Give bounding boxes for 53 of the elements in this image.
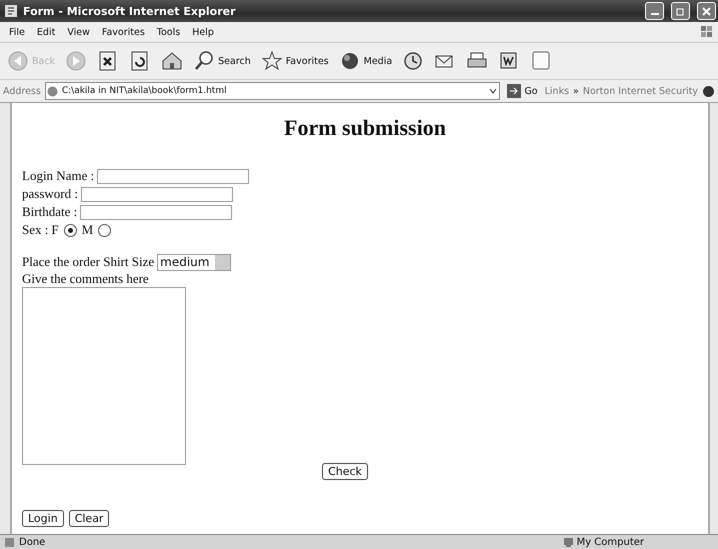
toolbar-button[interactable]: Favorites [258, 49, 332, 73]
minimize-button[interactable] [645, 2, 664, 20]
minimize-icon [650, 13, 658, 15]
toolbar-link[interactable]: Norton Internet Security [582, 86, 698, 96]
check-button[interactable]: Check [322, 463, 368, 480]
comments-field[interactable] [22, 287, 186, 465]
menu-item[interactable]: Help [187, 26, 219, 38]
field-label: password : [22, 186, 78, 202]
chevron[interactable]: » [573, 86, 579, 96]
page-heading: Form submission [283, 115, 447, 141]
field-label: Sex : [22, 222, 48, 238]
radio-button[interactable] [98, 224, 112, 236]
address-label: Address [3, 86, 41, 96]
browser-icon [4, 4, 18, 18]
status-text: Done [19, 536, 46, 548]
toolbar-button[interactable]: Search [190, 49, 254, 73]
address-field[interactable]: C:\akila in NIT\akila\book\form1.html [44, 82, 500, 100]
option-label: M [82, 222, 94, 238]
star-icon [260, 50, 283, 72]
toolbar-button[interactable]: Media [336, 49, 396, 73]
restore-icon [676, 6, 685, 16]
option-label: F [51, 222, 59, 238]
globe-icon[interactable] [702, 84, 715, 98]
search-icon [193, 50, 216, 72]
go-button[interactable]: Go [504, 83, 541, 99]
field-label: Birthdate : [22, 204, 78, 220]
menu-item[interactable]: Edit [32, 26, 60, 38]
input-field[interactable] [97, 168, 250, 184]
page-icon [46, 84, 59, 98]
field-label: Login Name : [22, 168, 94, 184]
field-label: Give the comments here [22, 271, 150, 287]
menu-item[interactable]: File [4, 26, 30, 38]
close-icon [702, 6, 711, 16]
home-icon [161, 50, 184, 72]
menu-item[interactable]: Favorites [96, 26, 150, 38]
links-label[interactable]: Links [544, 86, 570, 96]
close-button[interactable] [697, 2, 716, 20]
note-icon [530, 50, 552, 72]
zone-text: My Computer [576, 536, 644, 548]
computer-icon [562, 536, 574, 548]
clock-icon [402, 50, 424, 72]
clear-button[interactable]: Clear [68, 510, 110, 527]
menu-item[interactable]: View [62, 26, 95, 38]
input-field[interactable] [80, 186, 233, 202]
field-label: Place the order Shirt Size [22, 254, 154, 270]
login-button[interactable]: Login [22, 510, 64, 527]
restore-button[interactable] [671, 2, 690, 20]
size-dropdown[interactable]: medium [157, 254, 232, 270]
windows-logo-icon [700, 25, 714, 39]
input-field[interactable] [80, 204, 232, 220]
menu-item[interactable]: Tools [152, 26, 186, 38]
window-title: Form - Microsoft Internet Explorer [23, 4, 237, 18]
radio-button[interactable] [64, 224, 77, 236]
